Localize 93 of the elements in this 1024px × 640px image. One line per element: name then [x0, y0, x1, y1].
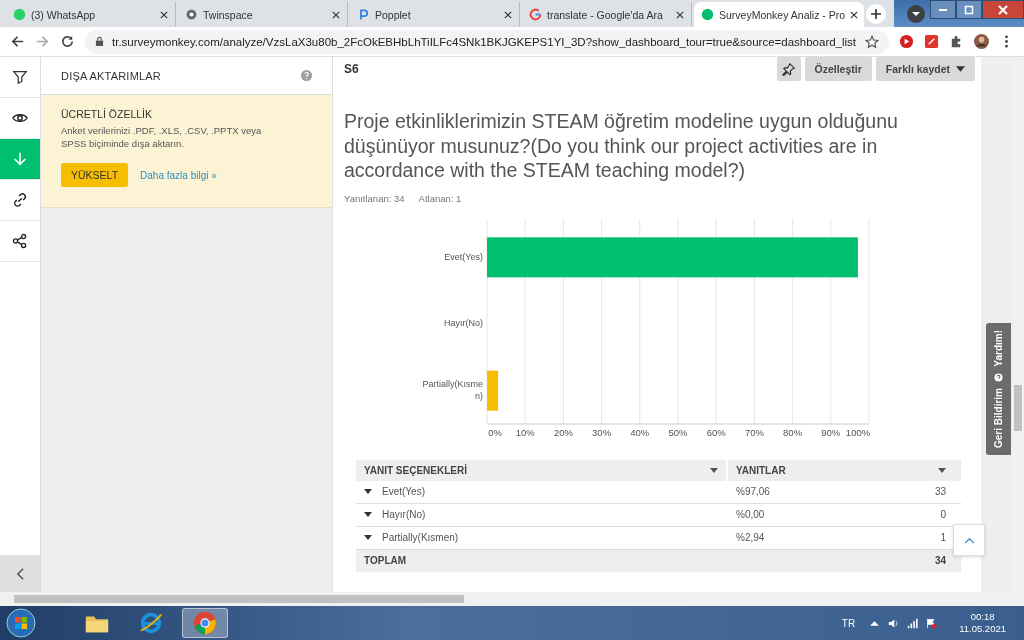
star-icon[interactable]: [865, 34, 879, 49]
caret-icon[interactable]: [364, 535, 372, 540]
avatar-icon[interactable]: [974, 34, 989, 49]
p-logo-icon: [357, 8, 370, 21]
category-label: Partially(Kısmen): [421, 378, 483, 403]
pin-icon: [781, 62, 796, 76]
tick-label: 40%: [630, 426, 650, 438]
tick-label: 60%: [706, 426, 726, 438]
table-cell: %2,94: [736, 532, 765, 543]
tick-label: 100%: [845, 426, 871, 438]
question-text: Proje etkinliklerimizin STEAM öğretim modeline uygun olduğunu düşünüyor musunuz?(Do you think our project activities are in accordance with the STEAM teaching model?): [344, 109, 899, 183]
caret-icon[interactable]: [364, 489, 372, 494]
table-cell: 33: [934, 486, 946, 497]
clock-time[interactable]: 00:18: [970, 611, 995, 623]
language-indicator[interactable]: TR: [841, 617, 856, 629]
close-button[interactable]: [982, 0, 1024, 19]
g-logo-icon: [529, 8, 542, 21]
site-icon: [701, 8, 714, 21]
question-number: S6: [344, 62, 359, 76]
category-label: Evet(Yes): [443, 250, 483, 263]
horizontal-scrollbar[interactable]: [0, 592, 1024, 606]
caret-icon: [938, 467, 946, 473]
table-cell: Hayır(No): [382, 509, 426, 520]
start-button[interactable]: [6, 608, 36, 638]
close-icon[interactable]: [332, 10, 340, 19]
customize-button[interactable]: Özelleştir: [804, 57, 872, 81]
share-icon: [12, 233, 28, 249]
link-icon: [12, 192, 28, 208]
extension-icon[interactable]: [924, 34, 939, 49]
site-icon: [13, 8, 26, 21]
address-bar[interactable]: tr.surveymonkey.com/analyze/VzsLaX3u80b_2FcOkEBHbLhTiILFc4SNk1BKJGKEPS1YI_3D?show_dashboard_tour=true&source=dashboard_list: [85, 29, 889, 54]
promo-title: ÜCRETLİ ÖZELLİK: [61, 108, 154, 120]
profile-menu-icon[interactable]: [906, 3, 926, 24]
maximize-icon: [964, 4, 974, 15]
skipped-count: Atlanan: 1: [418, 192, 462, 204]
back-icon[interactable]: [10, 34, 25, 49]
tick-label: 70%: [744, 426, 764, 438]
upgrade-button[interactable]: YÜKSELT: [61, 163, 129, 187]
reload-icon[interactable]: [60, 34, 75, 49]
close-icon[interactable]: [504, 10, 512, 19]
download-icon: [12, 151, 28, 167]
caret-icon: [956, 66, 965, 72]
caret-icon: [710, 467, 718, 473]
browser-tab[interactable]: SurveyMonkey Analiz - Pro: [694, 2, 864, 27]
tick-label: 90%: [821, 426, 841, 438]
flag-icon[interactable]: [926, 617, 938, 629]
caret-icon[interactable]: [364, 512, 372, 517]
minimize-icon: [939, 8, 947, 11]
total-label: TOPLAM: [364, 555, 407, 566]
clock-date[interactable]: 11.05.2021: [959, 623, 1006, 635]
chevron-icon: [963, 536, 975, 544]
lock-icon: [95, 36, 104, 47]
tick-label: 50%: [668, 426, 688, 438]
close-icon[interactable]: [160, 10, 168, 19]
signal-icon[interactable]: [907, 617, 919, 629]
close-icon[interactable]: [850, 10, 859, 19]
chrome-logo-icon: [192, 610, 218, 636]
chevron-icon: [15, 566, 25, 581]
help-icon: [994, 372, 1003, 382]
site-icon: [185, 8, 198, 21]
table-cell: Partially(Kısmen): [382, 532, 459, 543]
total-count: 34: [934, 555, 946, 566]
table-cell: 0: [940, 509, 946, 520]
feedback-tab[interactable]: Geri Bildirim Yardım!: [986, 323, 1011, 455]
close-icon[interactable]: [676, 10, 684, 19]
help-icon[interactable]: [301, 70, 312, 81]
promo-text: Anket verilerinizi .PDF, .XLS, .CSV, .PPTX veya SPSS biçiminde dışa aktarın.: [61, 124, 263, 150]
tick-label: 0%: [488, 426, 502, 438]
table-cell: %97,06: [736, 486, 770, 497]
panel-title: DIŞA AKTARIMLAR: [61, 69, 161, 82]
tick-label: 80%: [783, 426, 803, 438]
pin-button[interactable]: [776, 57, 801, 81]
tick-label: 30%: [592, 426, 612, 438]
maximize-button[interactable]: [956, 0, 982, 19]
tick-label: 20%: [553, 426, 573, 438]
table-cell: Evet(Yes): [382, 486, 425, 497]
save-as-button[interactable]: Farklı kaydet: [875, 57, 975, 81]
column-header[interactable]: YANIT SEÇENEKLERİ: [356, 459, 728, 481]
play-icon[interactable]: [899, 34, 914, 49]
table-cell: %0,00: [736, 509, 765, 520]
close-icon: [998, 4, 1008, 15]
category-label: Hayır(No): [443, 317, 483, 330]
plus-icon: [870, 8, 882, 20]
table-cell: 1: [940, 532, 946, 543]
column-header[interactable]: YANITLAR: [728, 459, 961, 481]
minimize-button[interactable]: [930, 0, 956, 19]
e-logo-icon: [138, 610, 164, 636]
new-tab-button[interactable]: [866, 4, 886, 24]
tick-label: 10%: [515, 426, 535, 438]
answered-count: Yanıtlanan: 34: [344, 192, 405, 204]
bar: [487, 370, 499, 411]
filter-icon: [12, 69, 28, 85]
speaker-icon[interactable]: [888, 617, 900, 629]
